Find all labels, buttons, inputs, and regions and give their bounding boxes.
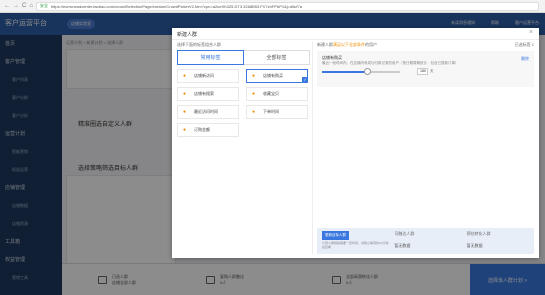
crowd-summary: 更新目标人群 计算人群规模需要一定时间，请耐心等待约10分钟后查看 可触达人群 …	[317, 228, 534, 254]
url-text: https://ecmcrowdcenter.taobao.com/crowdS…	[50, 3, 302, 9]
conversion-value: 暂无数据	[466, 243, 483, 248]
days-input[interactable]: 180	[417, 68, 428, 75]
panel-divider	[312, 42, 313, 254]
tag-option[interactable]: ● 最近访问时间	[177, 105, 239, 119]
time-slider[interactable]	[322, 71, 400, 73]
condition-hint-highlight: 满足以下全部条件	[333, 42, 365, 47]
reachable-value: 暂无数据	[394, 243, 411, 248]
condition-hint: 新建人群满足以下全部条件的用户	[317, 42, 377, 48]
tag-tabs: 常用标签 全部标签	[177, 50, 310, 65]
tag-option[interactable]: ● 订购金额	[177, 123, 239, 137]
tag-option[interactable]: ● 店铺有搜索	[177, 87, 239, 101]
tag-dot-icon: ●	[183, 91, 187, 97]
tag-option-label: 订购金额	[194, 127, 210, 132]
tag-panel-hint: 选择下面的标签组合人群	[177, 42, 221, 47]
tag-dot-icon: ●	[252, 109, 256, 115]
tag-dot-icon: ●	[252, 73, 256, 79]
home-button[interactable]: ⌂	[29, 3, 33, 9]
tag-dot-icon: ●	[183, 127, 187, 133]
close-icon[interactable]: ×	[529, 29, 533, 36]
slider-handle[interactable]	[363, 68, 371, 75]
tag-dot-icon: ●	[183, 109, 187, 115]
tag-option-label: 店铺有购买	[263, 73, 283, 78]
tag-option-label: 店铺新访问	[194, 73, 214, 78]
tag-option[interactable]: ● 下单时间	[246, 105, 308, 119]
tab-all-tags[interactable]: 全部标签	[244, 51, 309, 64]
tag-option[interactable]: ● 收藏宝贝	[246, 87, 308, 101]
tab-common-tags[interactable]: 常用标签	[177, 50, 244, 65]
tag-option-label: 收藏宝贝	[263, 91, 279, 96]
condition-hint-prefix: 新建人群	[317, 42, 333, 47]
update-note: 计算人群规模需要一定时间，请耐心等待约10分钟后查看	[322, 241, 389, 249]
tag-dot-icon: ●	[183, 73, 187, 79]
tag-option-label: 最近访问时间	[194, 109, 218, 114]
selected-tag-count: 已选标签 1	[514, 42, 534, 47]
check-icon: ✓	[302, 77, 308, 83]
address-bar[interactable]: 安全 https://ecmcrowdcenter.taobao.com/cro…	[35, 1, 539, 11]
modal-title: 新建人群	[177, 32, 198, 38]
days-unit: 天	[430, 69, 434, 73]
rule-description: 最近一段时间内，在店铺内有成功付款记录的用户（按日期周期统计，包含已退款订单）	[322, 61, 459, 65]
condition-rule: 店铺有购买 最近一段时间内，在店铺内有成功付款记录的用户（按日期周期统计，包含已…	[317, 51, 534, 87]
summary-conversion-col: 预估转化人群 暂无数据	[462, 228, 534, 254]
tag-panel: 选择下面的标签组合人群 常用标签 全部标签 ● 店铺新访问 ● 店铺有购买 ✓ …	[177, 42, 310, 254]
tag-option-label: 下单时间	[263, 109, 279, 114]
modal-divider	[172, 39, 539, 40]
condition-panel: 新建人群满足以下全部条件的用户 已选标签 1 店铺有购买 最近一段时间内，在店铺…	[317, 42, 534, 254]
delete-rule-link[interactable]: 删除	[521, 56, 529, 62]
condition-hint-suffix: 的用户	[365, 42, 377, 47]
reachable-label: 可触达人群	[394, 231, 415, 236]
slider-fill	[322, 71, 368, 73]
tag-option-label: 店铺有搜索	[194, 91, 214, 96]
new-crowd-modal: 新建人群 × 选择下面的标签组合人群 常用标签 全部标签 ● 店铺新访问 ● 店…	[172, 28, 539, 258]
browser-toolbar: ← → C ⌂ 安全 https://ecmcrowdcenter.taobao…	[0, 0, 545, 13]
summary-reachable-col: 可触达人群 暂无数据	[389, 228, 461, 254]
reload-button[interactable]: C	[22, 3, 26, 9]
tag-option[interactable]: ● 店铺新访问	[177, 69, 239, 83]
tag-dot-icon: ●	[252, 91, 256, 97]
back-button[interactable]: ←	[4, 3, 10, 9]
secure-label: 安全	[39, 3, 48, 8]
update-crowd-button[interactable]: 更新目标人群	[322, 231, 349, 240]
tag-option-selected[interactable]: ● 店铺有购买 ✓	[246, 69, 308, 83]
conversion-label: 预估转化人群	[466, 231, 491, 236]
forward-button[interactable]: →	[13, 3, 19, 9]
summary-update-col: 更新目标人群 计算人群规模需要一定时间，请耐心等待约10分钟后查看	[317, 228, 389, 254]
